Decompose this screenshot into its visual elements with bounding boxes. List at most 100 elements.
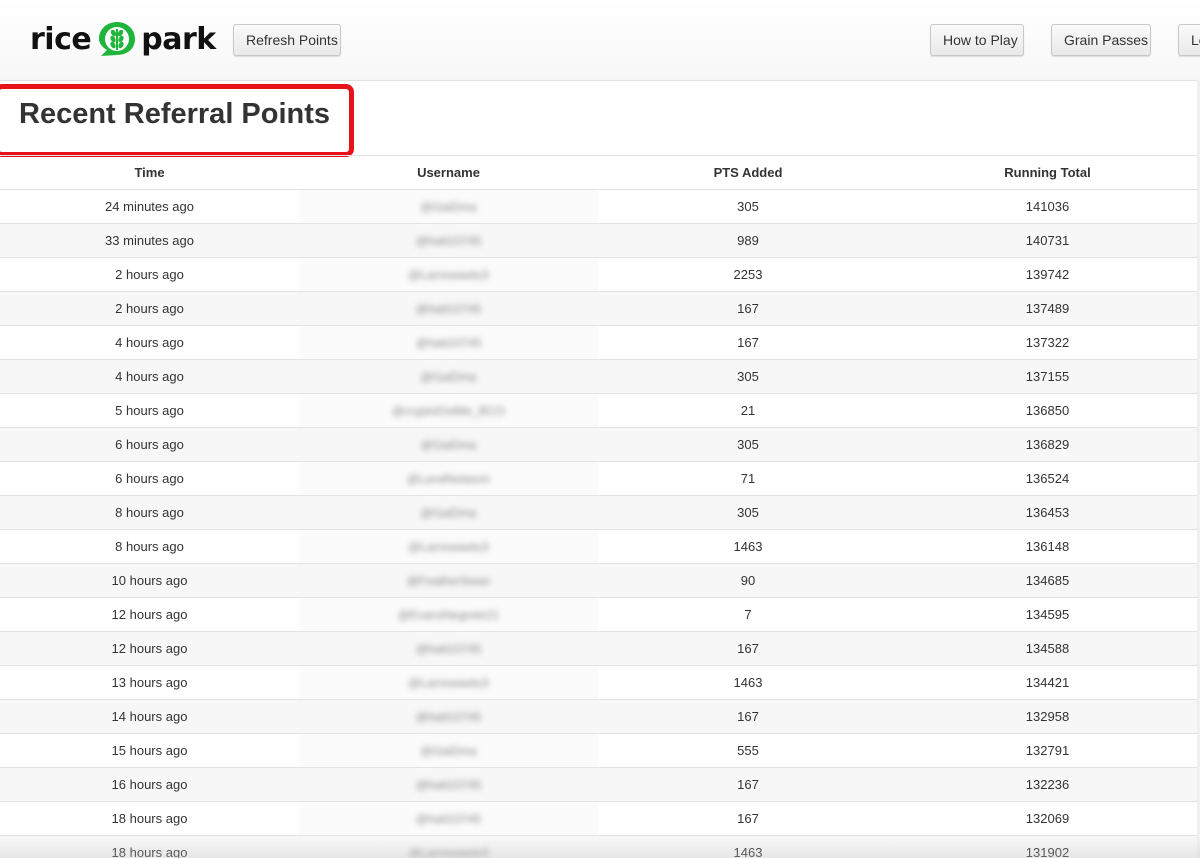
table-row: 13 hours ago @Larrewawlo3 1463 134421: [0, 665, 1197, 700]
username-cell: @Larrewawlo3: [299, 665, 598, 700]
running-total-cell: 137489: [898, 291, 1197, 326]
username-cell: @GaiDma: [299, 495, 598, 530]
pts-added-cell: 167: [598, 631, 898, 666]
table-row: 4 hours ago @GaiDma 305 137155: [0, 359, 1197, 394]
blurred-username: @hatt10745: [415, 234, 482, 248]
running-total-cell: 137155: [898, 359, 1197, 394]
blurred-username: @Larrewawlo3: [408, 540, 489, 554]
running-total-cell: 136829: [898, 427, 1197, 462]
table-body: 24 minutes ago @GaiDma 305 141036 33 minutes…: [0, 189, 1197, 858]
time-cell: 18 hours ago: [0, 801, 299, 836]
blurred-username: @FeatherSwan: [406, 574, 491, 588]
username-cell: @Larrewawlo3: [299, 257, 598, 292]
table-row: 6 hours ago @GaiDma 305 136829: [0, 427, 1197, 462]
time-cell: 18 hours ago: [0, 835, 299, 858]
blurred-username: @hatt10745: [415, 642, 482, 656]
running-total-cell: 132069: [898, 801, 1197, 836]
username-cell: @cryptoDotMe_BCO: [299, 393, 598, 428]
running-total-cell: 132236: [898, 767, 1197, 802]
running-total-cell: 134595: [898, 597, 1197, 632]
blurred-username: @GaiDma: [420, 200, 477, 214]
pts-added-cell: 167: [598, 325, 898, 360]
blurred-username: @hatt10745: [415, 336, 482, 350]
blurred-username: @cryptoDotMe_BCO: [392, 404, 505, 418]
time-cell: 8 hours ago: [0, 495, 299, 530]
table-row: 12 hours ago @hatt10745 167 134588: [0, 631, 1197, 666]
pts-added-cell: 71: [598, 461, 898, 496]
table-row: 4 hours ago @hatt10745 167 137322: [0, 325, 1197, 360]
column-header-time: Time: [0, 155, 299, 190]
pts-added-cell: 989: [598, 223, 898, 258]
grain-passes-button[interactable]: Grain Passes: [1051, 24, 1151, 56]
username-cell: @FeatherSwan: [299, 563, 598, 598]
username-cell: @hatt10745: [299, 291, 598, 326]
blurred-username: @Larrewawlo3: [408, 268, 489, 282]
running-total-cell: 134685: [898, 563, 1197, 598]
pts-added-cell: 90: [598, 563, 898, 598]
blurred-username: @hatt10745: [415, 778, 482, 792]
pts-added-cell: 305: [598, 495, 898, 530]
time-cell: 14 hours ago: [0, 699, 299, 734]
time-cell: 24 minutes ago: [0, 189, 299, 224]
time-cell: 16 hours ago: [0, 767, 299, 802]
blurred-username: @Larrewawlo3: [408, 676, 489, 690]
ricepark-logo[interactable]: rice park: [30, 18, 216, 60]
username-cell: @hatt10745: [299, 767, 598, 802]
logo-text-park: park: [141, 21, 216, 57]
blurred-username: @Larrewawlo3: [408, 846, 489, 858]
blurred-username: @GaiDma: [420, 744, 477, 758]
how-to-play-button[interactable]: How to Play: [930, 24, 1024, 56]
column-header-running-total: Running Total: [898, 155, 1197, 190]
running-total-cell: 132958: [898, 699, 1197, 734]
running-total-cell: 136148: [898, 529, 1197, 564]
running-total-cell: 136453: [898, 495, 1197, 530]
table-row: 2 hours ago @hatt10745 167 137489: [0, 291, 1197, 326]
username-cell: @GaiDma: [299, 427, 598, 462]
table-row: 24 minutes ago @GaiDma 305 141036: [0, 189, 1197, 224]
table-row: 18 hours ago @Larrewawlo3 1463 131902: [0, 835, 1197, 858]
table-row: 12 hours ago @EvansNegrete21 7 134595: [0, 597, 1197, 632]
blurred-username: @GaiDma: [420, 438, 477, 452]
pts-added-cell: 305: [598, 359, 898, 394]
username-cell: @Larrewawlo3: [299, 835, 598, 858]
running-total-cell: 134421: [898, 665, 1197, 700]
cut-off-nav-button[interactable]: Le: [1178, 24, 1200, 56]
table-header-row: Time Username PTS Added Running Total: [0, 155, 1197, 190]
table-row: 16 hours ago @hatt10745 167 132236: [0, 767, 1197, 802]
running-total-cell: 132791: [898, 733, 1197, 768]
page: rice park Refresh Points How to Play Gra…: [0, 0, 1200, 858]
running-total-cell: 134588: [898, 631, 1197, 666]
blurred-username: @hatt10745: [415, 302, 482, 316]
username-cell: @hatt10745: [299, 801, 598, 836]
pts-added-cell: 2253: [598, 257, 898, 292]
table-row: 5 hours ago @cryptoDotMe_BCO 21 136850: [0, 393, 1197, 428]
referral-points-table: Time Username PTS Added Running Total 24…: [0, 155, 1197, 858]
page-title: Recent Referral Points: [19, 98, 331, 130]
time-cell: 15 hours ago: [0, 733, 299, 768]
pts-added-cell: 167: [598, 801, 898, 836]
pts-added-cell: 305: [598, 427, 898, 462]
pts-added-cell: 555: [598, 733, 898, 768]
running-total-cell: 141036: [898, 189, 1197, 224]
blurred-username: @GaiDma: [420, 506, 477, 520]
blurred-username: @hatt10745: [415, 710, 482, 724]
blurred-username: @EvansNegrete21: [397, 608, 500, 622]
pts-added-cell: 167: [598, 767, 898, 802]
refresh-points-button[interactable]: Refresh Points: [233, 24, 341, 56]
blurred-username: @GaiDma: [420, 370, 477, 384]
time-cell: 33 minutes ago: [0, 223, 299, 258]
table-row: 10 hours ago @FeatherSwan 90 134685: [0, 563, 1197, 598]
running-total-cell: 136524: [898, 461, 1197, 496]
username-cell: @LandNotason: [299, 461, 598, 496]
time-cell: 2 hours ago: [0, 291, 299, 326]
top-nav-bar: rice park Refresh Points How to Play Gra…: [0, 0, 1200, 81]
pts-added-cell: 1463: [598, 529, 898, 564]
username-cell: @GaiDma: [299, 733, 598, 768]
time-cell: 5 hours ago: [0, 393, 299, 428]
pts-added-cell: 167: [598, 291, 898, 326]
pts-added-cell: 1463: [598, 835, 898, 858]
column-header-pts-added: PTS Added: [598, 155, 898, 190]
blurred-username: @hatt10745: [415, 812, 482, 826]
time-cell: 13 hours ago: [0, 665, 299, 700]
username-cell: @hatt10745: [299, 223, 598, 258]
